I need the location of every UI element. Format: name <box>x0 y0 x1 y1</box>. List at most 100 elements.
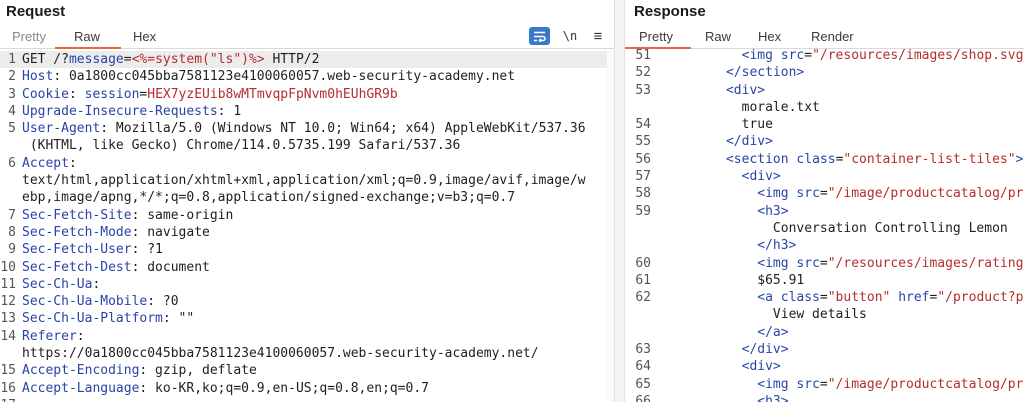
line-number: 9 <box>8 242 16 258</box>
line-number: 3 <box>8 86 16 102</box>
menu-icon[interactable]: ≡ <box>590 27 606 45</box>
request-title: Request <box>6 3 66 20</box>
line-number: 15 <box>0 363 16 379</box>
code-line[interactable]: Accept-Language: ko-KR,ko;q=0.9,en-US;q=… <box>22 380 608 397</box>
code-token: session <box>84 86 140 102</box>
code-line[interactable]: $65.91 <box>679 272 1024 289</box>
code-token: : ?0 <box>147 294 179 310</box>
code-line[interactable]: Host: 0a1800cc045bba7581123e4100060057.w… <box>22 68 608 85</box>
response-pane: Response Pretty Raw Hex Render 51 52 53 54 5… <box>625 0 1024 402</box>
code-line[interactable]: https://0a1800cc045bba7581123e4100060057… <box>22 345 608 362</box>
code-token: "/image/productcatalog/proc <box>827 376 1024 392</box>
code-token: src <box>780 48 805 63</box>
code-line[interactable]: <a class="button" href="/product?pro <box>679 289 1024 306</box>
code-line[interactable]: <section class="container-list-tiles"> <box>679 151 1024 168</box>
code-line[interactable]: <h3> <box>679 393 1024 402</box>
wrap-lines-icon[interactable] <box>529 27 550 45</box>
request-editor[interactable]: 1234567891011121314151617 GET /?message=… <box>0 51 614 402</box>
tab-render[interactable]: Render <box>811 29 854 44</box>
code-line[interactable]: <img src="/image/productcatalog/proc <box>679 376 1024 393</box>
code-line[interactable]: </h3> <box>679 237 1024 254</box>
code-line[interactable]: Accept: <box>22 155 608 172</box>
code-line[interactable]: Sec-Ch-Ua: <box>22 276 608 293</box>
code-line[interactable]: Conversation Controlling Lemon <box>679 220 1024 237</box>
tab-hex[interactable]: Hex <box>133 29 156 44</box>
line-number: 16 <box>0 380 16 396</box>
code-token: "container-list-tiles" <box>843 151 1016 167</box>
code-line[interactable]: </section> <box>679 64 1024 81</box>
code-line[interactable]: true <box>679 116 1024 133</box>
code-line[interactable]: Sec-Fetch-Site: same-origin <box>22 207 608 224</box>
code-line[interactable]: <div> <box>679 358 1024 375</box>
code-line[interactable]: Accept-Encoding: gzip, deflate <box>22 362 608 379</box>
tab-pretty[interactable]: Pretty <box>12 29 46 44</box>
code-line[interactable]: Sec-Ch-Ua-Platform: "" <box>22 310 608 327</box>
code-token: </div> <box>725 134 773 150</box>
code-token: = <box>819 290 828 306</box>
code-line[interactable]: <div> <box>679 168 1024 185</box>
code-token: class <box>780 290 820 306</box>
code-token: : navigate <box>131 224 210 240</box>
code-line[interactable]: morale.txt <box>679 99 1024 116</box>
code-line[interactable]: View details <box>679 306 1024 323</box>
code-line[interactable]: ebp,image/apng,*/*;q=0.8,application/sig… <box>22 189 608 206</box>
line-number: 57 <box>635 169 651 185</box>
code-line[interactable]: Referer: <box>22 328 608 345</box>
line-number <box>0 137 16 154</box>
response-code[interactable]: <img src="/resources/images/shop.svg" > … <box>679 47 1024 402</box>
code-line[interactable] <box>22 397 608 402</box>
newline-toggle-button[interactable]: \n <box>562 27 578 45</box>
code-line[interactable]: User-Agent: Mozilla/5.0 (Windows NT 10.0… <box>22 120 608 137</box>
code-line[interactable]: text/html,application/xhtml+xml,applicat… <box>22 172 608 189</box>
code-line[interactable]: Cookie: session=HEX7yzEUib8wMTmvqpFpNvm0… <box>22 86 608 103</box>
tab-raw[interactable]: Raw <box>705 29 731 44</box>
code-line[interactable]: <div> <box>679 82 1024 99</box>
code-line[interactable]: Sec-Fetch-Dest: document <box>22 259 608 276</box>
response-editor[interactable]: 51 52 53 54 55 56 57 58 59 60 61 62 63 64 65 66 <img sr… <box>625 48 1024 402</box>
line-number: 66 <box>635 393 651 402</box>
code-token: Sec-Fetch-Dest <box>22 259 132 275</box>
request-code[interactable]: GET /?message=<%=system("ls")%> HTTP/2 Ho… <box>22 51 608 402</box>
code-token: Sec-Fetch-User <box>22 242 132 258</box>
line-number: 64 <box>635 359 651 375</box>
code-line[interactable]: <img src="/resources/images/rating4. <box>679 255 1024 272</box>
line-number: 62 <box>635 290 651 306</box>
pane-divider[interactable] <box>614 0 625 402</box>
code-line[interactable]: </a> <box>679 324 1024 341</box>
code-line[interactable]: </div> <box>679 341 1024 358</box>
code-token: <img <box>741 48 781 63</box>
line-number: 5 <box>8 121 16 137</box>
line-number <box>625 306 651 323</box>
response-title: Response <box>634 3 706 20</box>
code-token: true <box>679 117 773 133</box>
tab-pretty[interactable]: Pretty <box>639 29 673 44</box>
code-line[interactable]: Sec-Ch-Ua-Mobile: ?0 <box>22 293 608 310</box>
code-line[interactable]: Sec-Fetch-Mode: navigate <box>22 224 608 241</box>
code-token: <div> <box>741 169 781 185</box>
code-token: = <box>819 376 828 392</box>
code-line[interactable]: Sec-Fetch-User: ?1 <box>22 241 608 258</box>
line-number: 1 <box>8 52 16 67</box>
code-token: $65.91 <box>679 272 805 288</box>
code-line[interactable]: (KHTML, like Gecko) Chrome/114.0.5735.19… <box>22 137 608 154</box>
code-token: <%=system("ls")%> <box>131 52 265 67</box>
code-token: Referer <box>22 328 77 344</box>
code-token: src <box>796 376 820 392</box>
code-token: = <box>819 255 828 271</box>
tab-hex[interactable]: Hex <box>758 29 781 44</box>
code-line[interactable]: GET /?message=<%=system("ls")%> HTTP/2 <box>22 51 608 68</box>
line-number: 52 <box>635 65 651 81</box>
code-line[interactable]: </div> <box>679 133 1024 150</box>
request-scrollbar[interactable] <box>607 51 614 402</box>
tab-raw[interactable]: Raw <box>74 29 100 44</box>
code-line[interactable]: Upgrade-Insecure-Requests: 1 <box>22 103 608 120</box>
code-token: Sec-Ch-Ua <box>22 276 93 292</box>
code-line[interactable]: <img src="/resources/images/shop.svg" > <box>679 47 1024 64</box>
code-line[interactable]: <h3> <box>679 203 1024 220</box>
code-line[interactable]: <img src="/image/productcatalog/proc <box>679 185 1024 202</box>
code-token: : ?1 <box>131 242 163 258</box>
